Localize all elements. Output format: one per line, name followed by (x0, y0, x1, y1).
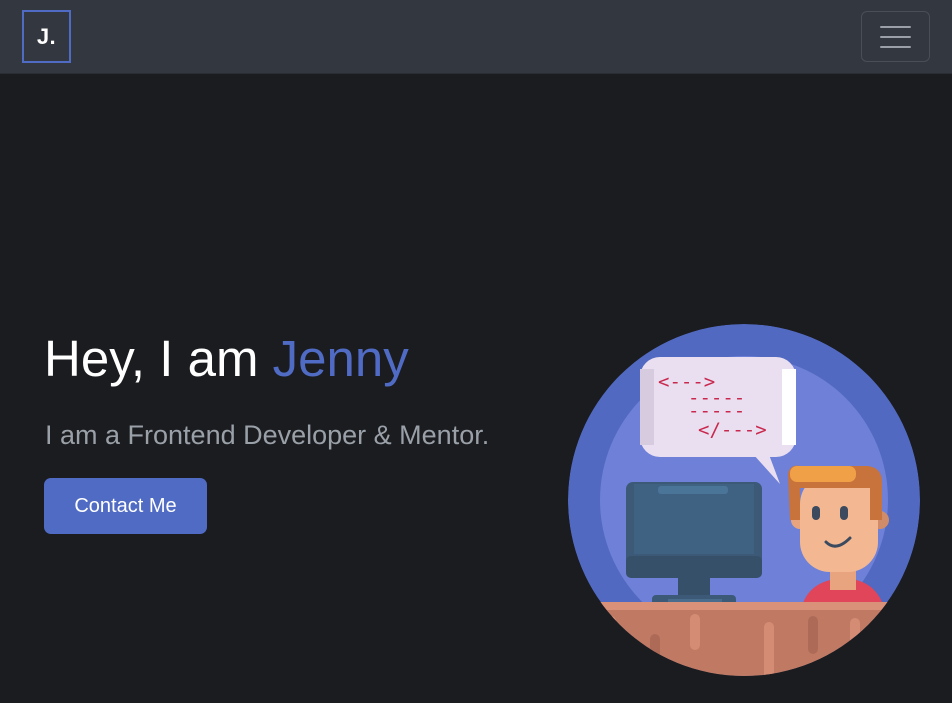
hero-greeting: Hey, I am (44, 330, 273, 387)
code-line: </---> (698, 419, 767, 441)
contact-me-button[interactable]: Contact Me (44, 478, 207, 534)
hamburger-menu-icon-line (880, 45, 911, 48)
hero-subtitle: I am a Frontend Developer & Mentor. (45, 420, 490, 450)
hamburger-menu-icon (880, 25, 911, 28)
developer-illustration: <---> ----- ----- </---> (568, 324, 920, 676)
desk (568, 602, 920, 676)
navbar: J. (0, 0, 952, 74)
hero-name: Jenny (272, 330, 409, 387)
brand-logo[interactable]: J. (22, 10, 71, 63)
hamburger-menu-icon-line (880, 35, 911, 38)
navbar-toggler-button[interactable] (861, 11, 930, 62)
hero-title: Hey, I am Jenny (44, 328, 409, 390)
